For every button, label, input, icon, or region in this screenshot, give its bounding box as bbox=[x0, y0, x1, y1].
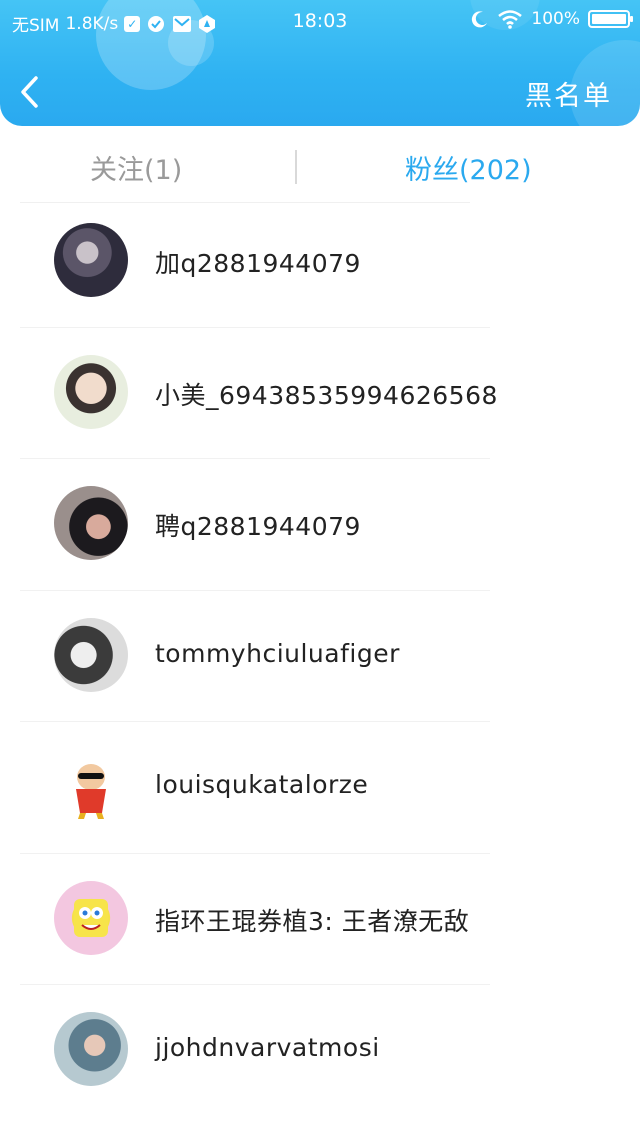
list-item[interactable]: tommyhciuluafiger bbox=[0, 591, 640, 722]
tab-following[interactable]: 关注(1) bbox=[90, 148, 182, 187]
avatar[interactable] bbox=[54, 880, 128, 955]
user-name: 小美_69438535994626568 bbox=[155, 380, 498, 410]
list-item[interactable]: 指环王琨券植3: 王者潦无敌 bbox=[0, 854, 640, 985]
tab-bar: 关注(1) 粉丝(202) bbox=[0, 126, 640, 206]
tab-fans[interactable]: 粉丝(202) bbox=[405, 148, 532, 187]
user-name: louisqukatalorze bbox=[155, 770, 369, 799]
avatar[interactable] bbox=[54, 486, 128, 560]
list-item[interactable]: louisqukatalorze bbox=[0, 722, 640, 854]
user-name: tommyhciuluafiger bbox=[155, 638, 400, 668]
cartoon-avatar-icon bbox=[76, 764, 106, 819]
app-header: 无SIM 1.8K/s ✓ 18:03 100% 黑名单 bbox=[0, 0, 640, 126]
user-name: jjohdnvarvatmosi bbox=[155, 1033, 380, 1062]
fans-list: 加q2881944079 小美_69438535994626568 聘q2881… bbox=[0, 196, 640, 1117]
status-bar: 无SIM 1.8K/s ✓ 18:03 100% bbox=[0, 0, 640, 42]
list-item[interactable]: 聘q2881944079 bbox=[0, 459, 640, 591]
battery-icon bbox=[588, 10, 633, 28]
avatar[interactable] bbox=[54, 749, 128, 823]
user-name: 指环王琨券植3: 王者潦无敌 bbox=[155, 906, 470, 936]
sponge-avatar-icon bbox=[74, 898, 108, 937]
tab-divider bbox=[295, 150, 297, 184]
status-right: 100% bbox=[471, 9, 633, 29]
list-item[interactable]: 小美_69438535994626568 bbox=[0, 328, 640, 459]
avatar[interactable] bbox=[54, 223, 128, 297]
list-item[interactable]: jjohdnvarvatmosi bbox=[0, 985, 640, 1117]
back-button[interactable] bbox=[18, 70, 58, 114]
battery-percent: 100% bbox=[531, 9, 580, 29]
user-name: 聘q2881944079 bbox=[155, 512, 361, 541]
list-item[interactable]: 加q2881944079 bbox=[0, 196, 640, 328]
blacklist-button[interactable]: 黑名单 bbox=[525, 74, 612, 113]
avatar[interactable] bbox=[54, 354, 128, 429]
moon-icon bbox=[471, 10, 489, 28]
avatar[interactable] bbox=[54, 1012, 128, 1086]
avatar[interactable] bbox=[54, 617, 128, 692]
chevron-left-icon bbox=[21, 76, 38, 108]
user-name: 加q2881944079 bbox=[155, 249, 361, 278]
wifi-icon bbox=[497, 9, 523, 29]
